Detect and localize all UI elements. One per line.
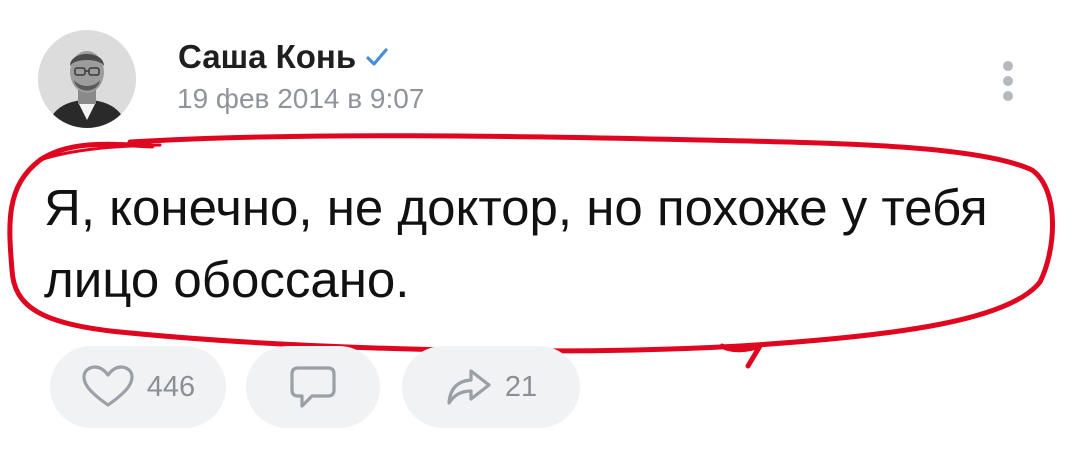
post-date[interactable]: 19 фев 2014 в 9:07 (177, 83, 424, 115)
author-name[interactable]: Саша Конь (178, 38, 356, 76)
post-card: Саша Конь 19 фев 2014 в 9:07 Я, конечно,… (0, 0, 1080, 452)
like-button[interactable]: 446 (50, 346, 226, 428)
avatar[interactable] (38, 30, 136, 128)
more-vertical-icon[interactable] (996, 58, 1020, 108)
post-text: Я, конечно, не доктор, но похоже у тебя … (44, 179, 988, 308)
share-icon (447, 369, 491, 405)
shares-count: 21 (504, 370, 538, 403)
share-button[interactable]: 21 (402, 346, 580, 428)
comment-button[interactable] (246, 346, 380, 428)
comment-icon (290, 366, 336, 408)
author-name-row[interactable]: Саша Конь (178, 38, 390, 76)
verified-check-icon (366, 48, 388, 66)
avatar-photo (38, 30, 136, 128)
likes-count: 446 (146, 370, 196, 403)
heart-icon (82, 365, 134, 407)
